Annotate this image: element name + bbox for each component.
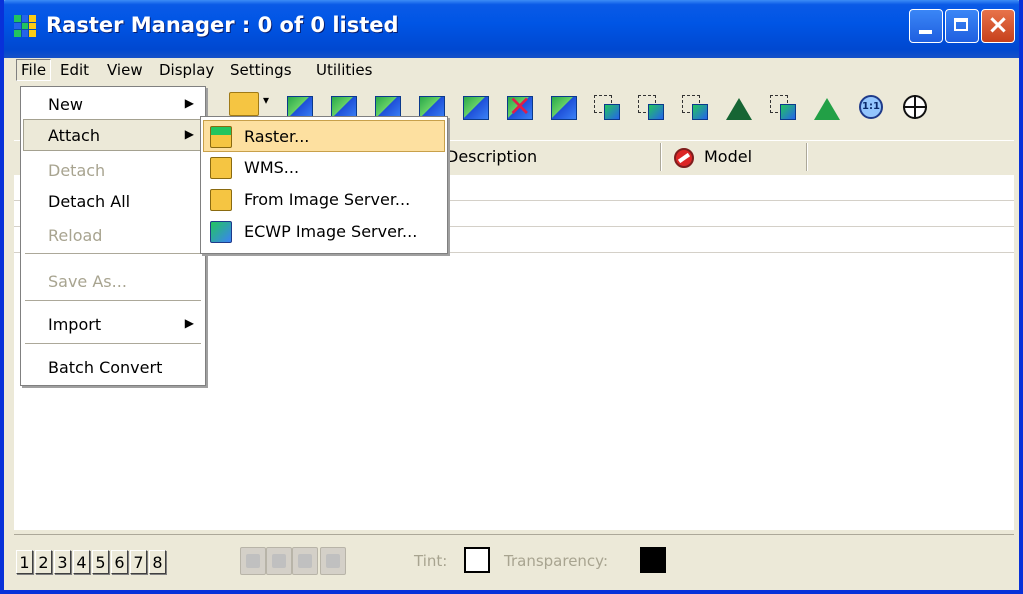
transparency-label: Transparency: xyxy=(504,552,609,570)
menu-item-detach: Detach xyxy=(48,161,106,180)
move-raster-tool[interactable] xyxy=(590,90,624,124)
raster-manager-app-icon xyxy=(14,15,36,37)
title-bar[interactable]: Raster Manager : 0 of 0 listed × xyxy=(4,0,1019,58)
view-2-button[interactable]: 2 xyxy=(35,550,52,574)
attach-submenu: Raster... WMS... From Image Server... EC… xyxy=(200,116,448,254)
open-folder-icon[interactable] xyxy=(229,92,269,116)
layers-icon xyxy=(292,547,318,575)
menu-display[interactable]: Display xyxy=(155,60,218,80)
detach-raster-tool[interactable]: ✕ xyxy=(502,90,536,124)
close-icon: × xyxy=(987,10,1009,40)
globe-icon[interactable] xyxy=(898,90,932,124)
image-server-icon xyxy=(210,189,232,211)
menu-view[interactable]: View xyxy=(103,60,147,80)
menu-separator xyxy=(25,253,201,254)
tint-label: Tint: xyxy=(414,552,448,570)
transform-raster-tool[interactable] xyxy=(678,90,712,124)
window-title: Raster Manager : 0 of 0 listed xyxy=(46,13,399,37)
print-icon xyxy=(240,547,266,575)
zoom-1-1-icon[interactable]: 1:1 xyxy=(854,90,888,124)
menu-bar: File Edit View Display Settings Utilitie… xyxy=(14,58,1014,84)
submenu-item-ecwp-server[interactable]: ECWP Image Server... xyxy=(204,216,444,246)
transparency-swatch[interactable] xyxy=(640,547,666,573)
view-6-button[interactable]: 6 xyxy=(111,550,128,574)
view-3-button[interactable]: 3 xyxy=(54,550,71,574)
resize-raster-tool[interactable] xyxy=(458,90,492,124)
no-entry-icon[interactable] xyxy=(674,148,694,168)
mirror-raster-tool[interactable] xyxy=(722,90,756,124)
ecwp-server-icon xyxy=(210,221,232,243)
tint-swatch[interactable] xyxy=(464,547,490,573)
column-description[interactable]: Description xyxy=(446,147,537,166)
file-menu: New ▶ Attach ▶ Detach Detach All Reload Sa… xyxy=(20,86,206,386)
status-bar: 1 2 3 4 5 6 7 8 Tint: Transparency: xyxy=(14,534,1014,590)
raster-folder-icon xyxy=(210,126,232,148)
view-5-button[interactable]: 5 xyxy=(92,550,109,574)
submenu-item-image-server[interactable]: From Image Server... xyxy=(204,184,444,214)
column-model[interactable]: Model xyxy=(704,147,752,166)
submenu-item-raster[interactable]: Raster... xyxy=(203,120,445,152)
frame-icon xyxy=(320,547,346,575)
terrain-tool[interactable] xyxy=(810,90,844,124)
menu-item-new[interactable]: New ▶ xyxy=(24,89,202,119)
scale-raster-tool[interactable] xyxy=(634,90,668,124)
minimize-button[interactable] xyxy=(909,9,943,43)
menu-item-detach-all[interactable]: Detach All xyxy=(24,186,202,216)
camera-icon xyxy=(266,547,292,575)
menu-utilities[interactable]: Utilities xyxy=(312,60,376,80)
rotate-raster-tool[interactable] xyxy=(546,90,580,124)
menu-settings[interactable]: Settings xyxy=(226,60,296,80)
menu-item-reload: Reload xyxy=(48,226,103,245)
menu-file[interactable]: File xyxy=(16,59,52,81)
menu-item-batch-convert[interactable]: Batch Convert xyxy=(24,352,202,382)
close-button[interactable]: × xyxy=(981,9,1015,43)
menu-item-attach[interactable]: Attach ▶ xyxy=(23,119,203,151)
menu-edit[interactable]: Edit xyxy=(56,60,93,80)
maximize-button[interactable] xyxy=(945,9,979,43)
view-7-button[interactable]: 7 xyxy=(130,550,147,574)
menu-separator xyxy=(25,300,201,301)
menu-separator xyxy=(25,343,201,344)
submenu-item-wms[interactable]: WMS... xyxy=(204,152,444,182)
wms-folder-icon xyxy=(210,157,232,179)
clip-raster-tool[interactable] xyxy=(766,90,800,124)
view-1-button[interactable]: 1 xyxy=(16,550,33,574)
view-4-button[interactable]: 4 xyxy=(73,550,90,574)
menu-item-save-as: Save As... xyxy=(48,272,127,291)
view-8-button[interactable]: 8 xyxy=(149,550,166,574)
menu-item-import[interactable]: Import ▶ xyxy=(24,309,202,339)
